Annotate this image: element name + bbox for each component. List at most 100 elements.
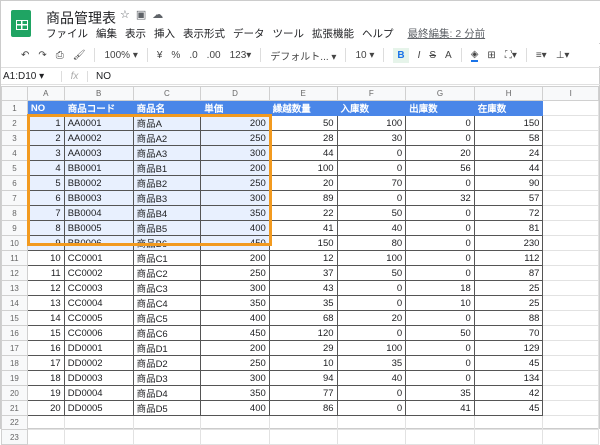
- cell[interactable]: 400: [200, 310, 270, 326]
- row-header[interactable]: 8: [1, 205, 28, 221]
- row-header[interactable]: 6: [1, 175, 28, 191]
- cell[interactable]: 15: [26, 325, 65, 341]
- cell[interactable]: 5: [26, 175, 65, 191]
- cell[interactable]: [542, 340, 599, 356]
- print-icon[interactable]: ⎙: [56, 50, 64, 61]
- cell[interactable]: CC0003: [63, 280, 134, 296]
- cell[interactable]: 4: [26, 160, 65, 176]
- cell[interactable]: [542, 325, 599, 341]
- cell[interactable]: 42: [473, 385, 544, 401]
- cell[interactable]: DD0002: [63, 355, 134, 371]
- cell[interactable]: 10: [268, 355, 338, 371]
- cell[interactable]: 350: [200, 205, 270, 221]
- column-header-h[interactable]: H: [473, 86, 544, 101]
- cell[interactable]: BB0006: [63, 235, 134, 251]
- cell[interactable]: 商品B6: [132, 235, 202, 251]
- column-header-d[interactable]: D: [200, 86, 270, 101]
- cell[interactable]: 300: [200, 145, 270, 161]
- cell[interactable]: [132, 429, 202, 445]
- cell[interactable]: 商品C1: [132, 250, 202, 266]
- header-cell[interactable]: 出庫数: [405, 100, 475, 116]
- header-cell[interactable]: 単価: [200, 100, 270, 116]
- cell[interactable]: 商品A2: [132, 130, 202, 146]
- cell[interactable]: 150: [268, 235, 338, 251]
- row-header[interactable]: 21: [1, 400, 28, 416]
- cell[interactable]: 400: [200, 220, 270, 236]
- cell[interactable]: [542, 310, 599, 326]
- column-header-i[interactable]: I: [542, 86, 599, 101]
- cell[interactable]: 300: [200, 280, 270, 296]
- cell[interactable]: 250: [200, 175, 270, 191]
- number-format-select[interactable]: 123▾: [230, 50, 252, 61]
- cell[interactable]: 87: [473, 265, 544, 281]
- row-header[interactable]: 3: [1, 130, 28, 146]
- cell[interactable]: 35: [336, 355, 407, 371]
- row-header[interactable]: 20: [1, 385, 28, 401]
- cell[interactable]: 商品D3: [132, 370, 202, 386]
- cell[interactable]: BB0002: [63, 175, 134, 191]
- cell[interactable]: 72: [473, 205, 544, 221]
- text-color-button[interactable]: A: [445, 50, 452, 61]
- cell[interactable]: 商品B3: [132, 190, 202, 206]
- cell[interactable]: 43: [268, 280, 338, 296]
- cell[interactable]: 86: [268, 400, 338, 416]
- cell[interactable]: DD0004: [63, 385, 134, 401]
- header-cell[interactable]: 商品コード: [63, 100, 134, 116]
- cell[interactable]: CC0006: [63, 325, 134, 341]
- folder-icon[interactable]: ▣: [136, 9, 152, 21]
- cell[interactable]: 18: [405, 280, 475, 296]
- cell[interactable]: DD0005: [63, 400, 134, 416]
- cell[interactable]: CC0005: [63, 310, 134, 326]
- cell[interactable]: 80: [336, 235, 407, 251]
- cell[interactable]: 商品B2: [132, 175, 202, 191]
- cell[interactable]: 44: [473, 160, 544, 176]
- cell[interactable]: 300: [200, 190, 270, 206]
- cell[interactable]: 14: [26, 310, 65, 326]
- cell[interactable]: 商品B5: [132, 220, 202, 236]
- cell[interactable]: 88: [473, 310, 544, 326]
- cell[interactable]: BB0001: [63, 160, 134, 176]
- percent-button[interactable]: %: [171, 50, 180, 61]
- cell[interactable]: 450: [200, 235, 270, 251]
- cell[interactable]: 商品A3: [132, 145, 202, 161]
- header-cell[interactable]: 入庫数: [336, 100, 407, 116]
- cell[interactable]: 90: [473, 175, 544, 191]
- cell[interactable]: 9: [26, 235, 65, 251]
- cell[interactable]: 13: [26, 295, 65, 311]
- cell[interactable]: 24: [473, 145, 544, 161]
- menu-help[interactable]: ヘルプ: [362, 26, 394, 41]
- cell[interactable]: AA0001: [63, 115, 134, 131]
- cell[interactable]: 25: [473, 280, 544, 296]
- cell[interactable]: 7: [26, 205, 65, 221]
- cell[interactable]: 0: [405, 340, 475, 356]
- cell[interactable]: 45: [473, 400, 544, 416]
- align-horizontal-icon[interactable]: ≡▾: [536, 50, 547, 61]
- cell[interactable]: 150: [473, 115, 544, 131]
- row-header[interactable]: 22: [1, 414, 28, 431]
- align-vertical-icon[interactable]: ⊥▾: [556, 50, 570, 61]
- cell[interactable]: [542, 205, 599, 221]
- cell[interactable]: 商品B4: [132, 205, 202, 221]
- cell[interactable]: 77: [268, 385, 338, 401]
- cell[interactable]: 0: [336, 400, 407, 416]
- undo-icon[interactable]: ↶: [21, 50, 29, 61]
- row-header[interactable]: 11: [1, 250, 28, 266]
- row-header[interactable]: 19: [1, 370, 28, 386]
- cell[interactable]: 20: [26, 400, 65, 416]
- cell[interactable]: 0: [405, 265, 475, 281]
- cell[interactable]: [542, 400, 599, 416]
- menu-tools[interactable]: ツール: [273, 26, 305, 41]
- cell[interactable]: 37: [268, 265, 338, 281]
- fill-color-icon[interactable]: ◈: [470, 49, 479, 62]
- cell[interactable]: [542, 115, 599, 131]
- redo-icon[interactable]: ↷: [38, 50, 46, 61]
- cell[interactable]: 1: [26, 115, 65, 131]
- borders-icon[interactable]: ⊞: [487, 50, 495, 61]
- cell[interactable]: [63, 429, 134, 445]
- cell[interactable]: 350: [200, 385, 270, 401]
- cell[interactable]: BB0004: [63, 205, 134, 221]
- italic-button[interactable]: I: [418, 50, 421, 61]
- cell[interactable]: AA0003: [63, 145, 134, 161]
- cell[interactable]: 68: [268, 310, 338, 326]
- cell[interactable]: 56: [405, 160, 475, 176]
